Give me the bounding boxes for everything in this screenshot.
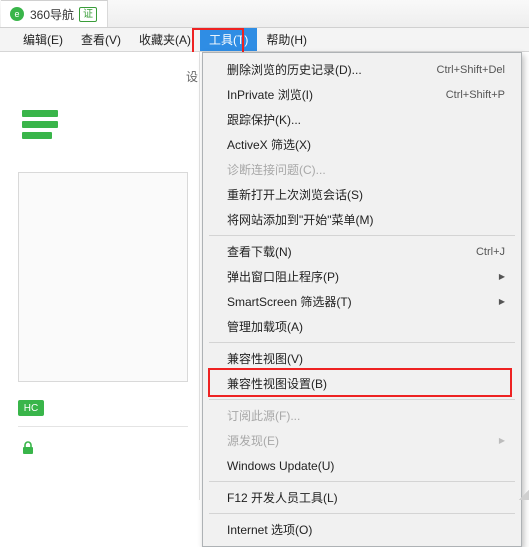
menu-item-label: 删除浏览的历史记录(D)... [227,61,362,78]
menu-separator [209,399,515,400]
browser-tab[interactable]: e 360导航 证 [1,0,108,27]
menu-item-label: 诊断连接问题(C)... [227,161,326,178]
menu-item[interactable]: 管理加载项(A) [205,314,519,339]
page-left-panel: 设 HC [0,52,200,500]
menu-item-label: 弹出窗口阻止程序(P) [227,268,339,285]
hc-badge: HC [18,400,44,416]
menu-item-label: Internet 选项(O) [227,521,312,538]
tab-title: 360导航 [30,6,74,23]
menu-item-label: 重新打开上次浏览会话(S) [227,186,363,203]
menu-shortcut: Ctrl+Shift+Del [437,64,505,76]
tab-strip: e 360导航 证 https://hao.360.cn/?wd_xp1 [0,0,529,28]
menu-view[interactable]: 查看(V) [72,28,130,51]
side-box [18,172,188,382]
menu-item-label: 查看下载(N) [227,243,292,260]
menu-item[interactable]: 兼容性视图(V) [205,346,519,371]
chevron-right-icon: ▶ [499,272,505,281]
menu-item: 订阅此源(F)... [205,403,519,428]
svg-text:e: e [14,9,19,19]
menu-item-label: ActiveX 筛选(X) [227,136,311,153]
menu-tools[interactable]: 工具(T) [200,28,257,51]
menu-item-label: F12 开发人员工具(L) [227,489,338,506]
menu-item-label: Windows Update(U) [227,459,334,473]
content-area: 设 HC 删除浏览的历史记录(D)... Ctrl+Shift+Del InPriv… [0,52,529,500]
side-divider [18,426,188,427]
menu-item[interactable]: 跟踪保护(K)... [205,107,519,132]
menu-item-label: 兼容性视图设置(B) [227,375,327,392]
menu-item-label: 订阅此源(F)... [227,407,300,424]
menu-item[interactable]: 重新打开上次浏览会话(S) [205,182,519,207]
menu-item-label: 源发现(E) [227,432,279,449]
chevron-right-icon: ▶ [499,297,505,306]
lock-icon [20,440,36,461]
menu-bar: 编辑(E) 查看(V) 收藏夹(A) 工具(T) 帮助(H) [0,28,529,52]
menu-shortcut: Ctrl+J [476,246,505,258]
menu-item[interactable]: Windows Update(U) [205,453,519,478]
menu-separator [209,481,515,482]
chevron-right-icon: ▶ [499,436,505,445]
resize-corner [519,490,529,500]
menu-item-label: InPrivate 浏览(I) [227,86,313,103]
settings-label: 设 [186,68,198,85]
menu-item[interactable]: 弹出窗口阻止程序(P) ▶ [205,264,519,289]
menu-item[interactable]: InPrivate 浏览(I) Ctrl+Shift+P [205,82,519,107]
cert-badge: 证 [79,7,97,22]
menu-separator [209,342,515,343]
menu-item: 诊断连接问题(C)... [205,157,519,182]
favicon-360: e [9,6,25,22]
tools-dropdown: 删除浏览的历史记录(D)... Ctrl+Shift+Del InPrivate 浏… [202,52,522,547]
menu-item-label: 将网站添加到"开始"菜单(M) [227,211,374,228]
menu-item-label: 管理加载项(A) [227,318,303,335]
menu-item[interactable]: Internet 选项(O) [205,517,519,542]
menu-favorites[interactable]: 收藏夹(A) [130,28,200,51]
menu-item: 源发现(E) ▶ [205,428,519,453]
logo-360 [22,110,58,139]
menu-item[interactable]: 兼容性视图设置(B) [205,371,519,396]
menu-edit[interactable]: 编辑(E) [14,28,72,51]
menu-shortcut: Ctrl+Shift+P [446,89,505,101]
menu-item[interactable]: ActiveX 筛选(X) [205,132,519,157]
menu-item[interactable]: F12 开发人员工具(L) [205,485,519,510]
menu-item[interactable]: SmartScreen 筛选器(T) ▶ [205,289,519,314]
menu-help[interactable]: 帮助(H) [257,28,316,51]
menu-item-label: 跟踪保护(K)... [227,111,301,128]
menu-item[interactable]: 将网站添加到"开始"菜单(M) [205,207,519,232]
menu-item[interactable]: 查看下载(N) Ctrl+J [205,239,519,264]
menu-item-label: SmartScreen 筛选器(T) [227,293,352,310]
menu-separator [209,513,515,514]
menu-separator [209,235,515,236]
menu-item-label: 兼容性视图(V) [227,350,303,367]
menu-item[interactable]: 删除浏览的历史记录(D)... Ctrl+Shift+Del [205,57,519,82]
